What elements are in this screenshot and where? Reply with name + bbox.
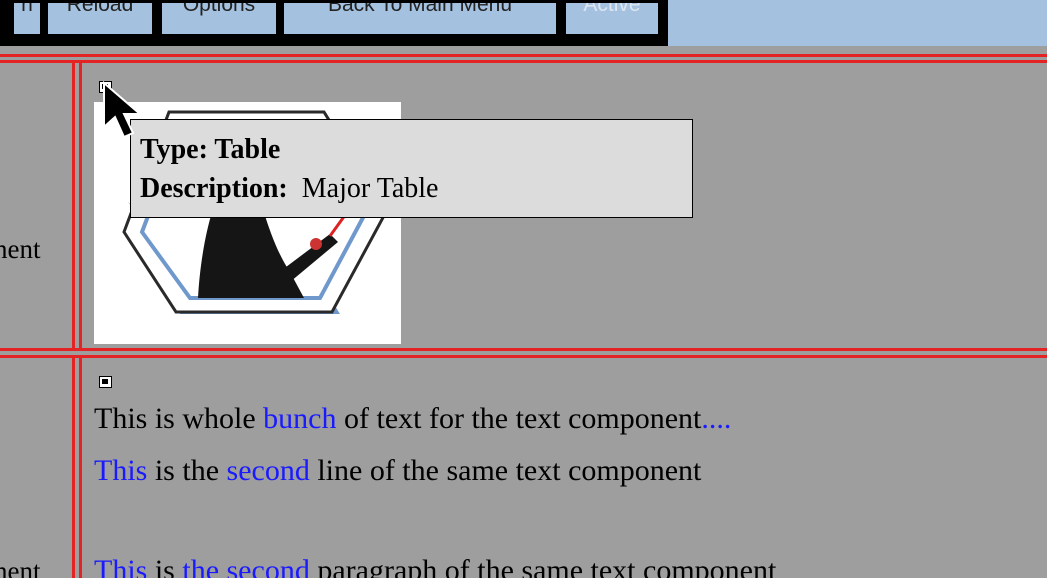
- reload-button[interactable]: Reload: [48, 3, 152, 34]
- column-divider-bottom-left: [72, 358, 75, 578]
- mouse-pointer-icon: [103, 81, 143, 139]
- back-to-main-menu-button[interactable]: Back To Main Menu: [284, 3, 556, 34]
- text-line-3: This is the second paragraph of the same…: [94, 554, 776, 578]
- tooltip-description: Description: Major Table: [140, 173, 439, 204]
- table-border-top: [0, 54, 1047, 57]
- tooltip-type: Type: Table: [140, 134, 281, 165]
- toolbar: n Reload Options Back To Main Menu Activ…: [0, 0, 1047, 46]
- row-label-text: nent: [0, 556, 41, 578]
- column-divider-top-left: [72, 63, 75, 348]
- text-link[interactable]: bunch: [263, 402, 336, 435]
- row-divider-inner: [0, 355, 1047, 358]
- component-marker-icon[interactable]: [99, 376, 112, 388]
- toolbar-button-partial[interactable]: n: [14, 3, 40, 34]
- row-label-image: nent: [0, 234, 41, 264]
- text-link[interactable]: This: [94, 454, 147, 487]
- text-link[interactable]: the second: [182, 554, 309, 578]
- text-link[interactable]: second: [227, 454, 310, 487]
- text-link[interactable]: This: [94, 554, 147, 578]
- text-line-2: This is the second line of the same text…: [94, 454, 702, 487]
- text-line-1: This is whole bunch of text for the text…: [94, 402, 732, 435]
- column-divider-bottom-right: [79, 358, 82, 578]
- options-button[interactable]: Options: [162, 3, 276, 34]
- table-border-top-inner: [0, 60, 1047, 63]
- row-divider: [0, 348, 1047, 351]
- editor-window: n Reload Options Back To Main Menu Activ…: [0, 0, 1047, 578]
- text-link[interactable]: ....: [701, 402, 731, 435]
- column-divider-top-right: [79, 63, 82, 348]
- active-button[interactable]: Active: [566, 3, 658, 34]
- component-tooltip: Type: Table Description: Major Table: [130, 119, 693, 218]
